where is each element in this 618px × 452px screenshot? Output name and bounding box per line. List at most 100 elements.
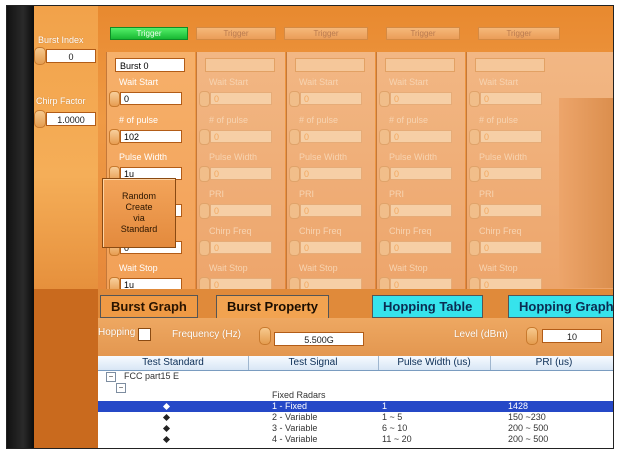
chirp-freq-spinner (199, 240, 210, 256)
frequency-spinner[interactable] (259, 327, 271, 345)
trigger-button-4[interactable]: Trigger (478, 27, 560, 40)
burst-title: Burst 0 (115, 58, 185, 72)
tab-burst-property[interactable]: Burst Property (216, 295, 330, 319)
burst-column-4: Wait Start 0 # of pulse 0 Pulse Width 0 … (466, 52, 613, 290)
row-bullet-icon (162, 402, 171, 411)
chirp-freq-label: Chirp Freq (209, 226, 252, 236)
wait-start-field: 0 (480, 92, 542, 105)
num-pulse-label: # of pulse (389, 115, 429, 125)
group-signal: Fixed Radars (272, 390, 326, 400)
table-header: Test Standard Test Signal Pulse Width (u… (98, 356, 613, 371)
num-pulse-label: # of pulse (209, 115, 249, 125)
level-field[interactable]: 10 (542, 329, 602, 343)
left-control-panel: Burst Index 0 Chirp Factor 1.0000 (34, 6, 98, 289)
pri-spinner (379, 203, 390, 219)
pulse-width-spinner (289, 166, 300, 182)
column-header-test-standard[interactable]: Test Standard (98, 356, 249, 370)
pulse-width-cell: 11 ~ 20 (382, 434, 412, 444)
burst-column-2: Wait Start 0 # of pulse 0 Pulse Width 0 … (286, 52, 375, 293)
collapse-icon[interactable]: − (106, 372, 116, 382)
pulse-width-field: 0 (480, 167, 542, 180)
num-pulse-field: 0 (480, 130, 542, 143)
wait-start-spinner (379, 91, 390, 107)
table-row-group[interactable]: − FCC part15 E (98, 371, 613, 382)
trigger-button-3[interactable]: Trigger (386, 27, 460, 40)
pulse-width-field: 0 (210, 167, 272, 180)
column-header-pulse-width[interactable]: Pulse Width (us) (378, 356, 491, 370)
random-create-line1: Random (121, 191, 157, 201)
wait-stop-label: Wait Stop (389, 263, 428, 273)
burst-column-3: Wait Start 0 # of pulse 0 Pulse Width 0 … (376, 52, 465, 293)
frequency-field[interactable]: 5.500G (274, 332, 364, 346)
burst-column-1: Wait Start 0 # of pulse 0 Pulse Width 0 … (196, 52, 285, 293)
num-pulse-spinner (289, 129, 300, 145)
trigger-button-1[interactable]: Trigger (196, 27, 276, 40)
num-pulse-spinner (199, 129, 210, 145)
tab-hopping-table[interactable]: Hopping Table (372, 295, 484, 318)
tab-bar: Burst Graph Burst Property Hopping Table… (98, 289, 613, 319)
hopping-row: Hopping Frequency (Hz) 5.500G Level (dBm… (98, 318, 613, 356)
pulse-width-spinner (199, 166, 210, 182)
num-pulse-spinner (469, 129, 480, 145)
pri-field: 0 (300, 204, 362, 217)
table-row[interactable]: 3 - Variable 6 ~ 10 200 ~ 500 (98, 423, 613, 434)
pri-field: 0 (210, 204, 272, 217)
num-pulse-field: 0 (390, 130, 452, 143)
chirp-freq-label: Chirp Freq (479, 226, 522, 236)
pri-spinner (199, 203, 210, 219)
table-row[interactable]: 1 - Fixed 1 1428 (98, 401, 613, 412)
burst-index-spinner[interactable] (34, 47, 46, 65)
column-header-pri[interactable]: PRI (us) (490, 356, 613, 370)
test-standard-table: Test Standard Test Signal Pulse Width (u… (98, 356, 613, 448)
burst-column-0: Burst 0 Wait Start 0 # of pulse 102 Puls… (106, 52, 195, 293)
pulse-width-field: 0 (390, 167, 452, 180)
pri-field: 0 (390, 204, 452, 217)
chirp-freq-spinner (379, 240, 390, 256)
num-pulse-field[interactable]: 102 (120, 130, 182, 143)
num-pulse-label: # of pulse (479, 115, 519, 125)
row-bullet-icon (162, 435, 171, 444)
row-bullet-icon (162, 424, 171, 433)
pulse-width-field: 0 (300, 167, 362, 180)
num-pulse-field: 0 (300, 130, 362, 143)
chirp-freq-field: 0 (300, 241, 362, 254)
pulse-width-label: Pulse Width (299, 152, 348, 162)
table-row[interactable]: 4 - Variable 11 ~ 20 200 ~ 500 (98, 434, 613, 445)
wait-start-label: Wait Start (119, 77, 159, 87)
pri-label: PRI (209, 189, 225, 199)
level-spinner[interactable] (526, 327, 538, 345)
burst-index-field[interactable]: 0 (46, 49, 96, 63)
wait-start-field[interactable]: 0 (120, 92, 182, 105)
frequency-label: Frequency (Hz) (172, 329, 241, 340)
chirp-freq-field: 0 (390, 241, 452, 254)
tab-hopping-graph[interactable]: Hopping Graph (508, 295, 613, 318)
wait-start-label: Wait Start (299, 77, 339, 87)
wait-start-field: 0 (300, 92, 362, 105)
wait-start-spinner[interactable] (109, 91, 120, 107)
chirp-factor-label: Chirp Factor (36, 96, 86, 106)
table-row-fixed-radars[interactable]: Fixed Radars (98, 390, 613, 401)
trigger-button-0[interactable]: Trigger (110, 27, 188, 40)
random-create-button[interactable]: Random Create via Standard (102, 178, 176, 248)
level-label: Level (dBm) (454, 329, 508, 340)
wait-start-label: Wait Start (209, 77, 249, 87)
chirp-factor-field[interactable]: 1.0000 (46, 112, 96, 126)
pulse-width-label: Pulse Width (209, 152, 258, 162)
chirp-factor-spinner[interactable] (34, 110, 46, 128)
trigger-button-2[interactable]: Trigger (284, 27, 368, 40)
wait-stop-label: Wait Stop (209, 263, 248, 273)
table-row[interactable]: 2 - Variable 1 ~ 5 150 ~230 (98, 412, 613, 423)
test-signal-cell: 4 - Variable (272, 434, 318, 444)
burst-title-empty (475, 58, 545, 72)
pulse-width-cell: 6 ~ 10 (382, 423, 408, 433)
column-header-test-signal[interactable]: Test Signal (248, 356, 379, 370)
group-name: FCC part15 E (124, 371, 180, 381)
pri-label: PRI (479, 189, 495, 199)
tab-burst-graph[interactable]: Burst Graph (100, 295, 198, 318)
wait-start-label: Wait Start (389, 77, 429, 87)
hopping-checkbox[interactable] (138, 328, 151, 341)
num-pulse-spinner[interactable] (109, 129, 120, 145)
wait-stop-label: Wait Stop (299, 263, 338, 273)
column-edge (559, 98, 613, 288)
pulse-width-cell: 1 (382, 401, 388, 411)
